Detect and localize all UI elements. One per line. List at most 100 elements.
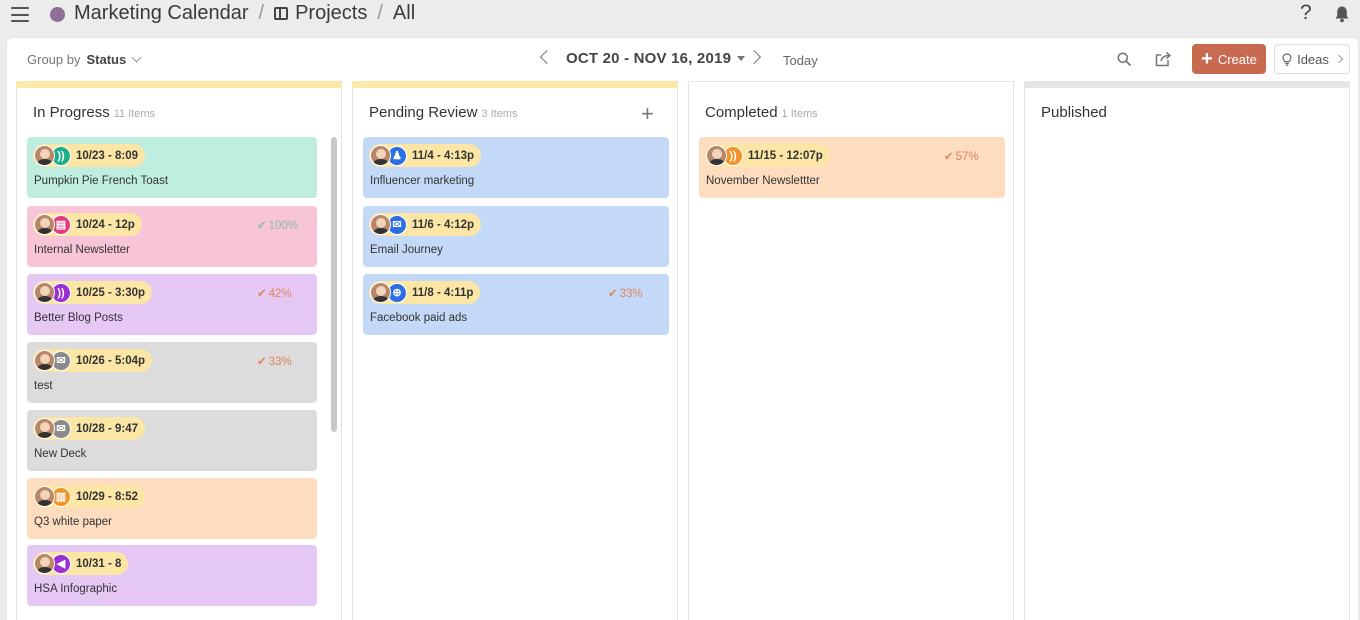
card-time: 10/28 - 9:47 — [76, 422, 139, 435]
card-title: Better Blog Posts — [34, 312, 123, 324]
avatar — [34, 486, 55, 507]
card-schedule-pill: )) 11/15 - 12:07p — [705, 144, 830, 167]
breadcrumb: Marketing Calendar / Projects / All — [74, 2, 415, 25]
content-card[interactable]: ▥ 10/29 - 8:52 Q3 white paper — [27, 478, 317, 539]
column-published: Published — [1024, 81, 1350, 620]
check-icon: ✔ — [257, 220, 267, 232]
group-by-value[interactable]: Status — [86, 52, 126, 67]
card-time: 10/31 - 8 — [76, 557, 122, 570]
content-card[interactable]: )) 10/25 - 3:30p ✔ 42% Better Blog Posts — [27, 274, 317, 335]
card-time: 11/8 - 4:11p — [412, 286, 474, 299]
breadcrumb-projects[interactable]: Projects — [295, 2, 367, 25]
column-item-count: 1 Items — [781, 108, 818, 120]
card-time: 11/15 - 12:07p — [748, 149, 823, 162]
card-title: Internal Newsletter — [34, 244, 130, 256]
ideas-label: Ideas — [1297, 51, 1329, 67]
content-card[interactable]: ♟ 11/4 - 4:13p Influencer marketing — [363, 137, 669, 198]
avatar — [370, 214, 391, 235]
previous-range-icon[interactable] — [539, 49, 555, 65]
breadcrumb-calendar[interactable]: Marketing Calendar — [74, 2, 249, 25]
avatar — [34, 214, 55, 235]
card-progress: ✔ 57% — [944, 149, 979, 163]
add-card-icon[interactable]: + — [641, 101, 654, 127]
card-schedule-pill: ♟ 11/4 - 4:13p — [369, 144, 482, 167]
ideas-button[interactable]: Ideas — [1274, 44, 1350, 74]
content-card[interactable]: ✉ 10/28 - 9:47 New Deck — [27, 410, 317, 471]
column-status-bar — [688, 81, 1014, 82]
card-progress: ✔ 33% — [257, 354, 292, 368]
card-progress: ✔ 42% — [257, 286, 292, 300]
content-card[interactable]: ◀ 10/31 - 8 HSA Infographic — [27, 545, 317, 606]
board-panel: Group by Status OCT 20 - NOV 16, 2019 Tod… — [7, 38, 1358, 620]
column-title-text: Completed — [705, 104, 778, 121]
card-schedule-pill: ✉ 10/26 - 5:04p — [33, 349, 153, 372]
plus-icon: + — [1201, 48, 1213, 70]
column-status-bar — [1024, 81, 1350, 88]
column-title: In Progress 11 Items — [33, 104, 155, 121]
content-card[interactable]: ✉ 11/6 - 4:12p Email Journey — [363, 206, 669, 267]
create-label: Create — [1217, 51, 1257, 67]
card-time: 10/24 - 12p — [76, 218, 135, 231]
card-progress-value: 57% — [955, 151, 979, 163]
column-status-bar — [352, 81, 678, 88]
today-button[interactable]: Today — [783, 53, 818, 68]
card-title: Pumpkin Pie French Toast — [34, 175, 169, 187]
date-range-label: OCT 20 - NOV 16, 2019 — [566, 50, 732, 67]
content-card[interactable]: ▤ 10/24 - 12p ✔ 100% Internal Newsletter — [27, 206, 317, 267]
card-time: 10/26 - 5:04p — [76, 354, 146, 367]
chevron-down-icon[interactable] — [131, 52, 142, 63]
card-schedule-pill: )) 10/25 - 3:30p — [33, 281, 153, 304]
check-icon: ✔ — [944, 151, 954, 163]
avatar — [370, 282, 391, 303]
hamburger-menu-icon[interactable] — [11, 7, 29, 22]
search-icon[interactable] — [1117, 52, 1131, 66]
card-title: test — [34, 380, 53, 392]
content-card[interactable]: )) 10/23 - 8:09 Pumpkin Pie French Toast — [27, 137, 317, 198]
next-range-icon[interactable] — [746, 49, 762, 65]
group-by-control[interactable]: Group by Status — [27, 52, 142, 67]
breadcrumb-view-all[interactable]: All — [393, 2, 415, 25]
content-card[interactable]: )) 11/15 - 12:07p ✔ 57% November Newslettter — [699, 137, 1005, 198]
card-title: HSA Infographic — [34, 583, 118, 595]
notification-bell-icon[interactable] — [1333, 5, 1351, 23]
breadcrumb-separator: / — [377, 2, 383, 24]
card-time: 10/29 - 8:52 — [76, 490, 139, 503]
card-title: Influencer marketing — [370, 175, 475, 187]
check-icon: ✔ — [608, 288, 618, 300]
column-in-progress: In Progress 11 Items )) 10/23 - 8:09 Pumpki… — [16, 81, 342, 620]
check-icon: ✔ — [257, 356, 267, 368]
card-schedule-pill: ▥ 10/29 - 8:52 — [33, 485, 146, 508]
caret-down-icon[interactable] — [737, 56, 746, 61]
card-schedule-pill: ⊕ 11/8 - 4:11p — [369, 281, 481, 304]
card-time: 10/23 - 8:09 — [76, 149, 139, 162]
group-by-label: Group by — [27, 52, 81, 67]
column-title: Published — [1041, 104, 1111, 121]
card-title: Email Journey — [370, 244, 443, 256]
card-title: Facebook paid ads — [370, 312, 468, 324]
avatar — [34, 350, 55, 371]
content-card[interactable]: ✉ 10/26 - 5:04p ✔ 33% test — [27, 342, 317, 403]
card-title: New Deck — [34, 448, 87, 460]
card-time: 10/25 - 3:30p — [76, 286, 146, 299]
avatar — [34, 553, 55, 574]
card-time: 11/4 - 4:13p — [412, 149, 475, 162]
breadcrumb-separator: / — [258, 2, 265, 24]
column-title-text: In Progress — [33, 104, 110, 121]
card-schedule-pill: ◀ 10/31 - 8 — [33, 552, 129, 575]
column-completed: Completed 1 Items )) 11/15 - 12:07p ✔ 57% Nov… — [688, 81, 1014, 620]
avatar — [370, 145, 391, 166]
help-icon[interactable]: ? — [1300, 1, 1312, 25]
content-card[interactable]: ⊕ 11/8 - 4:11p ✔ 33% Facebook paid ads — [363, 274, 669, 335]
column-scrollbar[interactable] — [331, 137, 337, 432]
column-title-text: Published — [1041, 104, 1107, 121]
card-schedule-pill: )) 10/23 - 8:09 — [33, 144, 146, 167]
card-schedule-pill: ✉ 10/28 - 9:47 — [33, 417, 146, 440]
column-title: Pending Review 3 Items — [369, 104, 517, 121]
avatar — [34, 418, 55, 439]
avatar — [34, 145, 55, 166]
top-bar: Marketing Calendar / Projects / All ? — [0, 0, 1360, 30]
share-icon[interactable] — [1155, 51, 1172, 67]
card-progress-value: 42% — [268, 288, 292, 300]
date-range-selector[interactable]: OCT 20 - NOV 16, 2019 — [566, 50, 746, 67]
create-button[interactable]: + Create — [1192, 44, 1266, 74]
